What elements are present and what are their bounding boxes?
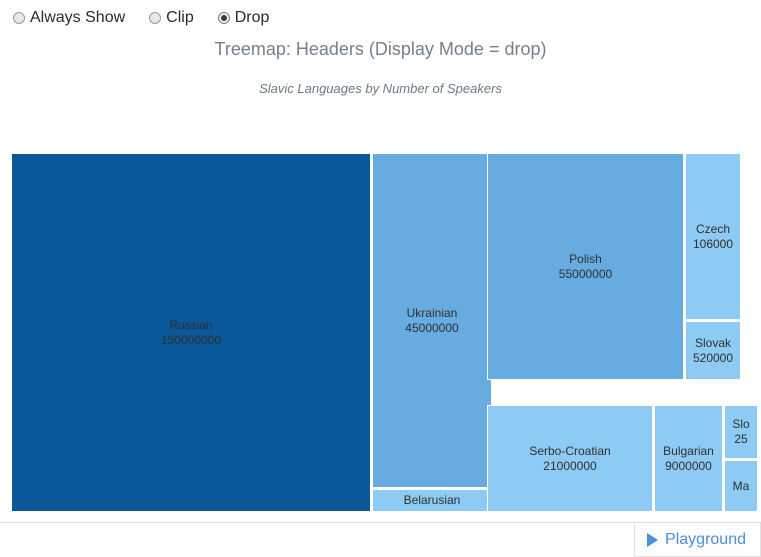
display-mode-radio-group[interactable]: Always Show Clip Drop <box>13 7 293 29</box>
treemap-cell[interactable]: Russian 150000000 <box>11 153 371 512</box>
treemap-cell[interactable]: Belarusian <box>372 489 492 512</box>
treemap-cell-name: Czech <box>695 221 730 236</box>
treemap-cell-value: 55000000 <box>558 266 613 281</box>
chart-subtitle: Slavic Languages by Number of Speakers <box>259 81 502 96</box>
treemap-cell[interactable]: Bulgarian 9000000 <box>654 405 723 512</box>
treemap-cell-value: 21000000 <box>543 458 597 473</box>
playground-button[interactable]: Playground <box>634 523 761 557</box>
treemap-cell-label: Bulgarian 9000000 <box>663 444 714 474</box>
treemap-cell-value: 45000000 <box>405 320 459 335</box>
treemap-cell-label: Czech 106000 <box>693 222 733 252</box>
treemap-cell-label: Slo 25 <box>732 417 749 447</box>
chart-title: Treemap: Headers (Display Mode = drop) <box>214 39 547 59</box>
play-triangle-icon <box>647 532 659 547</box>
treemap-cell-name: Belarusian <box>403 493 461 507</box>
treemap-cell-label: Serbo-Croatian 21000000 <box>529 444 610 474</box>
treemap-cell-name: Serbo-Croatian <box>529 443 611 458</box>
treemap-cell-label: Belarusian <box>404 493 461 508</box>
playground-label: Playground <box>665 530 746 548</box>
radio-option-drop[interactable]: Drop <box>217 9 270 27</box>
treemap-cell[interactable]: Polish 55000000 <box>487 153 684 380</box>
treemap-cell-value: 9000000 <box>665 458 712 473</box>
treemap-cell-value: 25 <box>734 432 748 446</box>
treemap-cell[interactable]: Slovak 520000 <box>685 321 741 380</box>
treemap-cell-name: Polish <box>569 251 602 266</box>
treemap-cell[interactable]: Slo 25 <box>724 405 758 459</box>
footer-bar: Playground <box>0 522 761 557</box>
radio-option-always-show[interactable]: Always Show <box>13 9 125 27</box>
treemap-cell-label: Ma <box>733 479 750 494</box>
treemap-cell[interactable]: Ukrainian 45000000 <box>372 153 492 488</box>
radio-button-drop[interactable] <box>217 12 230 24</box>
treemap-cell-name: Russian <box>169 317 213 332</box>
radio-option-clip[interactable]: Clip <box>149 9 194 27</box>
treemap-cell-label: Ukrainian 45000000 <box>405 306 458 336</box>
treemap-cell-value: 520000 <box>692 350 734 365</box>
treemap-cell-label: Slovak 520000 <box>693 336 733 366</box>
treemap-cell-label: Russian 150000000 <box>161 318 221 348</box>
treemap-cell-name: Ukrainian <box>406 305 458 320</box>
radio-button-always-show[interactable] <box>13 12 25 24</box>
treemap-cell-name: Ma <box>732 478 750 493</box>
treemap-cell-label: Polish 55000000 <box>559 252 612 282</box>
radio-label-clip: Clip <box>166 9 194 26</box>
treemap-cell[interactable]: Czech 106000 <box>685 153 741 320</box>
radio-button-clip[interactable] <box>149 12 162 24</box>
treemap-cell[interactable]: Serbo-Croatian 21000000 <box>487 405 653 512</box>
treemap-cell-name: Slovak <box>694 335 731 350</box>
radio-label-drop: Drop <box>234 9 270 26</box>
radio-label-always-show: Always Show <box>30 9 126 26</box>
treemap-cell-value: 150000000 <box>160 332 222 347</box>
treemap-chart: Russian 150000000 Ukrainian 45000000 Belarus… <box>11 153 758 512</box>
treemap-cell-name: Bulgarian <box>663 443 714 458</box>
treemap-cell-value: 106000 <box>692 236 734 251</box>
treemap-cell-name: Slo <box>732 417 750 431</box>
treemap-cell[interactable]: Ma <box>724 460 758 512</box>
